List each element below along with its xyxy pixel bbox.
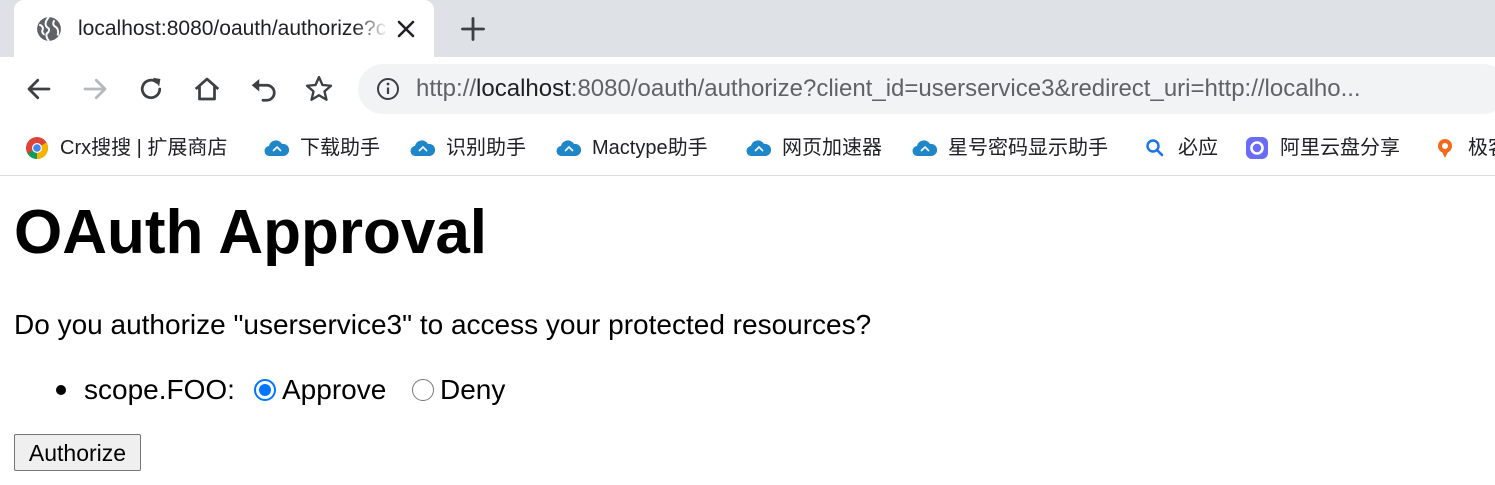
bookmark-label: 极客 bbox=[1468, 137, 1495, 159]
globe-icon bbox=[37, 16, 61, 42]
bookmark-label: 必应 bbox=[1178, 137, 1218, 159]
bookmark-label: Crx搜搜 | 扩展商店 bbox=[60, 137, 228, 159]
cloud-icon bbox=[410, 140, 436, 157]
url-prefix: http:// bbox=[416, 75, 477, 102]
address-bar[interactable]: http://localhost:8080/oauth/authorize?cl… bbox=[358, 64, 1495, 114]
deny-radio-label[interactable]: Deny bbox=[440, 371, 505, 409]
authorize-button[interactable]: Authorize bbox=[14, 434, 141, 471]
bookmark-label: 网页加速器 bbox=[782, 137, 882, 159]
approve-radio-label[interactable]: Approve bbox=[282, 371, 386, 409]
star-bookmark-icon[interactable] bbox=[304, 74, 334, 104]
bookmarks-bar: Crx搜搜 | 扩展商店 下载助手 识别助手 Mactype助手 网页加速器 星… bbox=[0, 121, 1495, 176]
tab-title: localhost:8080/oauth/authorize?client_id… bbox=[78, 17, 386, 40]
info-icon[interactable] bbox=[376, 77, 400, 101]
aliyun-icon bbox=[1246, 137, 1268, 159]
tab-title-fade bbox=[354, 12, 388, 46]
cloud-icon bbox=[556, 140, 582, 157]
reload-icon[interactable] bbox=[136, 74, 166, 104]
bookmark-label: 星号密码显示助手 bbox=[948, 137, 1108, 159]
url-rest: :8080/oauth/authorize?client_id=userserv… bbox=[570, 75, 1361, 102]
forward-arrow-icon[interactable] bbox=[80, 74, 110, 104]
list-bullet bbox=[56, 385, 66, 395]
new-tab-plus-icon[interactable] bbox=[459, 15, 487, 43]
search-icon bbox=[1146, 139, 1164, 157]
approve-radio[interactable] bbox=[254, 379, 276, 401]
address-url[interactable]: http://localhost:8080/oauth/authorize?cl… bbox=[416, 74, 1486, 104]
deny-radio[interactable] bbox=[412, 379, 434, 401]
home-icon[interactable] bbox=[192, 74, 222, 104]
page-title: OAuth Approval bbox=[14, 198, 488, 267]
undo-icon[interactable] bbox=[248, 74, 278, 104]
authorization-question: Do you authorize "userservice3" to acces… bbox=[14, 309, 872, 340]
bookmark-label: 识别助手 bbox=[446, 137, 526, 159]
bookmark-label: Mactype助手 bbox=[592, 137, 708, 159]
tab-strip: localhost:8080/oauth/authorize?client_id… bbox=[0, 0, 1495, 57]
browser-tab[interactable]: localhost:8080/oauth/authorize?client_id… bbox=[14, 0, 434, 57]
chrome-icon bbox=[26, 137, 48, 159]
cloud-icon bbox=[746, 140, 772, 157]
pin-icon bbox=[1438, 139, 1452, 158]
close-icon[interactable] bbox=[394, 17, 418, 41]
cloud-icon bbox=[264, 140, 290, 157]
cloud-icon bbox=[912, 140, 938, 157]
page-content: OAuth Approval Do you authorize "userser… bbox=[0, 177, 1495, 485]
bookmark-label: 下载助手 bbox=[300, 137, 380, 159]
url-host: localhost bbox=[476, 75, 571, 102]
scope-label: scope.FOO: bbox=[84, 374, 235, 405]
back-arrow-icon[interactable] bbox=[24, 74, 54, 104]
bookmark-label: 阿里云盘分享 bbox=[1280, 137, 1400, 159]
browser-toolbar: http://localhost:8080/oauth/authorize?cl… bbox=[0, 57, 1495, 121]
